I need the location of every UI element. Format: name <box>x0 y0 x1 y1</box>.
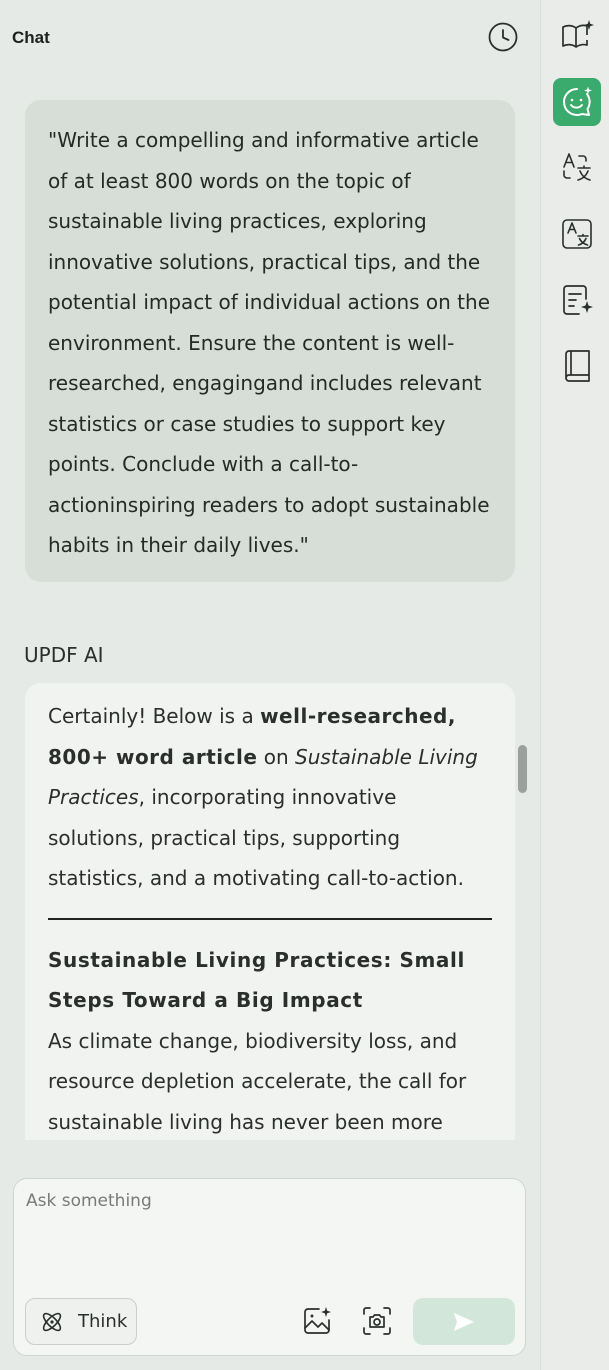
rail-translate-button[interactable] <box>553 144 601 192</box>
ai-intro-part1: Certainly! Below is a <box>48 704 261 728</box>
ask-input[interactable] <box>26 1191 506 1281</box>
send-button[interactable] <box>413 1298 515 1345</box>
ai-sender-label: UPDF AI <box>24 643 104 667</box>
user-message-text: "Write a compelling and informative arti… <box>48 128 490 557</box>
camera-icon <box>363 1307 391 1335</box>
rail-chat-button[interactable] <box>553 78 601 126</box>
book-icon <box>565 350 590 382</box>
send-icon <box>454 1312 474 1331</box>
image-sparkle-icon <box>304 1307 331 1334</box>
rail-ai-reading-button[interactable] <box>553 12 601 60</box>
translate-box-icon <box>562 219 592 249</box>
atom-icon <box>42 1312 62 1331</box>
chat-panel: Chat "Write a compelling and informative… <box>0 0 540 1370</box>
page-title: Chat <box>12 28 50 47</box>
rail-knowledge-button[interactable] <box>553 342 601 390</box>
ai-intro-part2: on <box>257 744 296 769</box>
rail-translate-document-button[interactable] <box>553 210 601 258</box>
chat-face-icon <box>563 86 592 116</box>
screenshot-button[interactable] <box>360 1304 394 1338</box>
book-sparkle-icon <box>562 20 594 48</box>
clock-icon <box>488 22 518 52</box>
ai-intro-paragraph: Certainly! Below is a well-researched, 8… <box>48 696 492 899</box>
divider <box>48 917 492 920</box>
document-sparkle-icon <box>563 285 593 315</box>
rail-summarize-button[interactable] <box>553 276 601 324</box>
history-button[interactable] <box>486 20 520 54</box>
think-button[interactable]: Think <box>25 1298 137 1345</box>
ai-response-bubble: Certainly! Below is a well-researched, 8… <box>25 683 515 1140</box>
scrollbar-thumb[interactable] <box>518 745 527 793</box>
user-message-bubble: "Write a compelling and informative arti… <box>25 100 515 582</box>
composer: Think <box>13 1178 526 1356</box>
translate-icon <box>563 153 591 181</box>
article-body: As climate change, biodiversity loss, an… <box>48 1028 467 1134</box>
article-heading: Sustainable Living Practices: Small Step… <box>48 947 465 1013</box>
side-rail <box>540 0 609 1370</box>
think-label: Think <box>78 1311 128 1332</box>
image-ai-button[interactable] <box>300 1304 334 1338</box>
